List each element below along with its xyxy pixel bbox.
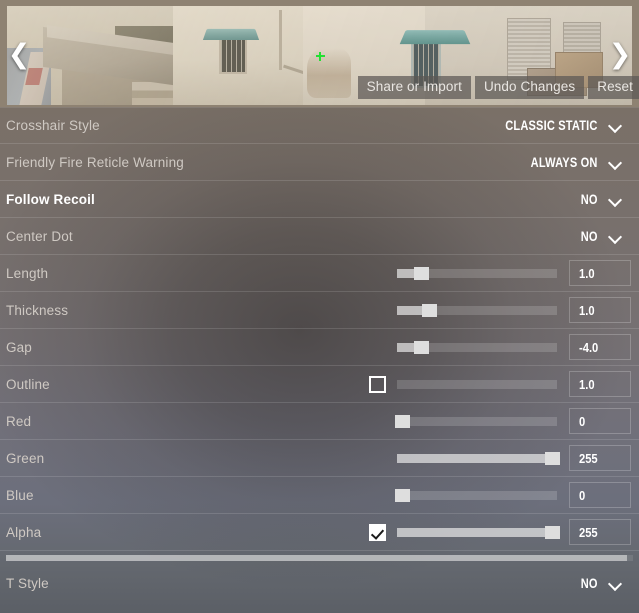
value-text: 255: [579, 450, 598, 466]
crosshair-preview: ❮ ❯ Share or Import Undo Changes Reset: [0, 0, 639, 107]
setting-label: Crosshair Style: [6, 118, 100, 133]
setting-label: Thickness: [6, 302, 69, 318]
dropdown-value: ALWAYS ON: [531, 154, 598, 170]
value-text: 255: [579, 524, 598, 540]
setting-label: Length: [6, 265, 49, 281]
setting-row-thickness[interactable]: Thickness 1.0: [0, 292, 639, 329]
setting-label: Gap: [6, 339, 32, 355]
reset-button[interactable]: Reset: [588, 76, 639, 99]
gap-value-box[interactable]: -4.0: [569, 334, 631, 360]
length-slider[interactable]: [397, 266, 557, 280]
share-or-import-button[interactable]: Share or Import: [357, 76, 471, 99]
setting-label: T Style: [6, 576, 49, 591]
slider-handle[interactable]: [394, 414, 410, 428]
preview-action-buttons: Share or Import Undo Changes Reset: [357, 76, 639, 99]
chevron-down-icon: [609, 119, 622, 132]
horizontal-scrollbar[interactable]: [6, 555, 633, 561]
setting-label: Follow Recoil: [6, 191, 95, 207]
setting-row-follow-recoil[interactable]: Follow Recoil NO: [0, 181, 639, 218]
chevron-right-icon: ❯: [608, 38, 632, 69]
setting-row-outline[interactable]: Outline 1.0: [0, 366, 639, 403]
setting-label: Blue: [6, 487, 34, 503]
setting-row-center-dot[interactable]: Center Dot NO: [0, 218, 639, 255]
setting-label: Alpha: [6, 524, 42, 540]
setting-row-gap[interactable]: Gap -4.0: [0, 329, 639, 366]
value-text: 1.0: [579, 265, 595, 281]
t-style-dropdown[interactable]: NO: [577, 576, 631, 591]
chevron-down-icon: [609, 230, 622, 243]
thickness-value-box[interactable]: 1.0: [569, 297, 631, 323]
green-value-box[interactable]: 255: [569, 445, 631, 471]
chevron-down-icon: [609, 577, 622, 590]
outline-slider[interactable]: [397, 379, 557, 389]
slider-fill: [397, 453, 553, 463]
slider-fill: [397, 527, 553, 537]
chevron-left-icon: ❮: [7, 38, 31, 69]
center-dot-dropdown[interactable]: NO: [577, 229, 631, 244]
setting-label: Friendly Fire Reticle Warning: [6, 154, 184, 170]
value-text: -4.0: [579, 339, 599, 355]
dropdown-value: NO: [581, 228, 598, 244]
alpha-checkbox[interactable]: [369, 523, 386, 541]
outline-checkbox[interactable]: [369, 375, 386, 393]
blue-value-box[interactable]: 0: [569, 482, 631, 508]
setting-label: Red: [6, 413, 32, 429]
setting-label: Outline: [6, 376, 50, 392]
slider-handle[interactable]: [414, 266, 429, 280]
friendly-fire-reticle-warning-dropdown[interactable]: ALWAYS ON: [516, 155, 631, 170]
setting-row-friendly-fire-reticle-warning[interactable]: Friendly Fire Reticle Warning ALWAYS ON: [0, 144, 639, 181]
length-value-box[interactable]: 1.0: [569, 260, 631, 286]
crosshair-settings-panel: ❮ ❯ Share or Import Undo Changes Reset C…: [0, 0, 639, 613]
setting-row-t-style[interactable]: T Style NO: [0, 565, 639, 602]
horizontal-scrollbar-row: [0, 551, 639, 565]
value-text: 1.0: [579, 302, 595, 318]
setting-row-length[interactable]: Length 1.0: [0, 255, 639, 292]
setting-row-blue[interactable]: Blue 0: [0, 477, 639, 514]
value-text: 0: [579, 413, 586, 429]
setting-row-green[interactable]: Green 255: [0, 440, 639, 477]
chevron-down-icon: [609, 156, 622, 169]
dropdown-value: CLASSIC STATIC: [505, 118, 598, 133]
slider-handle[interactable]: [414, 340, 429, 354]
setting-row-crosshair-style[interactable]: Crosshair Style CLASSIC STATIC: [0, 107, 639, 144]
slider-handle[interactable]: [422, 303, 437, 317]
previous-map-button[interactable]: ❮: [4, 38, 34, 70]
scrollbar-thumb[interactable]: [6, 555, 627, 561]
thickness-slider[interactable]: [397, 303, 557, 317]
value-text: 1.0: [579, 376, 595, 392]
slider-handle[interactable]: [545, 525, 561, 539]
blue-slider[interactable]: [394, 488, 557, 502]
red-slider[interactable]: [394, 414, 557, 428]
red-value-box[interactable]: 0: [569, 408, 631, 434]
alpha-slider[interactable]: [397, 525, 561, 539]
follow-recoil-dropdown[interactable]: NO: [577, 192, 631, 207]
setting-label: Center Dot: [6, 228, 73, 244]
dropdown-value: NO: [581, 576, 598, 591]
slider-handle[interactable]: [394, 488, 410, 502]
chevron-down-icon: [609, 193, 622, 206]
dropdown-value: NO: [581, 191, 598, 207]
value-text: 0: [579, 487, 586, 503]
crosshair-style-dropdown[interactable]: CLASSIC STATIC: [485, 118, 631, 133]
undo-changes-button[interactable]: Undo Changes: [474, 76, 585, 99]
setting-row-red[interactable]: Red 0: [0, 403, 639, 440]
setting-row-alpha[interactable]: Alpha 255: [0, 514, 639, 551]
alpha-value-box[interactable]: 255: [569, 519, 631, 545]
setting-label: Green: [6, 450, 45, 466]
outline-value-box[interactable]: 1.0: [569, 371, 631, 397]
next-map-button[interactable]: ❯: [605, 38, 635, 70]
green-slider[interactable]: [397, 451, 561, 465]
slider-handle[interactable]: [545, 451, 561, 465]
gap-slider[interactable]: [397, 340, 557, 354]
settings-list: Crosshair Style CLASSIC STATIC Friendly …: [0, 107, 639, 613]
